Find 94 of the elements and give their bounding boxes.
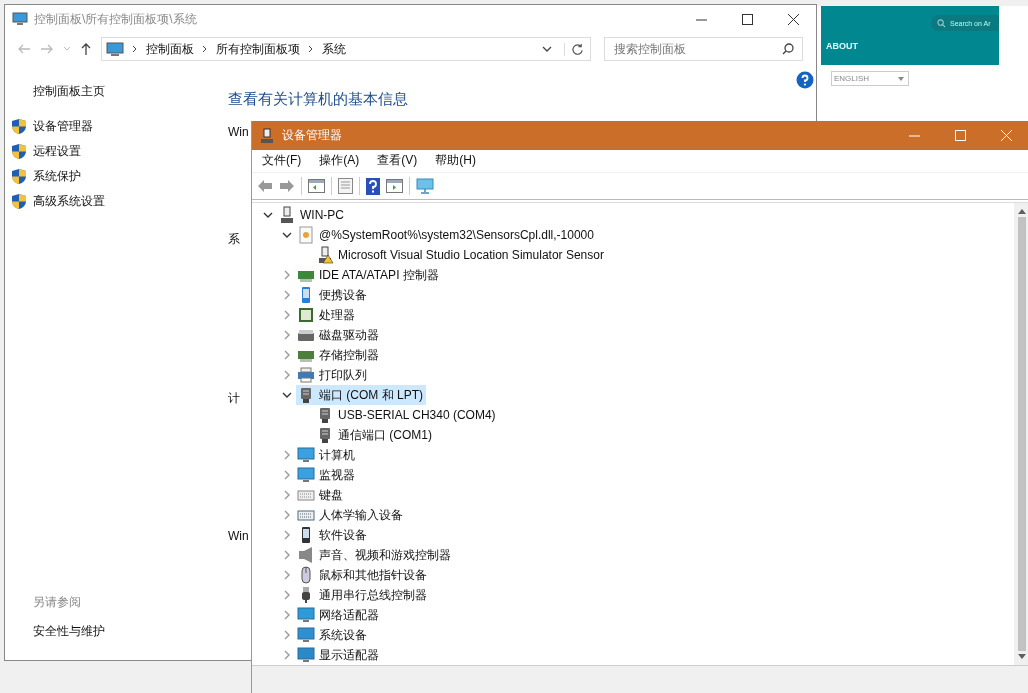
vertical-scrollbar[interactable]: [1014, 203, 1028, 666]
close-icon: [1000, 130, 1012, 141]
window-title: 设备管理器: [282, 127, 342, 144]
tree-item[interactable]: 存储控制器: [296, 345, 382, 366]
computer-icon: [278, 206, 296, 225]
back-arrow-icon[interactable]: [257, 179, 273, 193]
tree-item[interactable]: 系统设备: [296, 625, 370, 646]
section-heading: Win: [228, 529, 249, 543]
tree-item[interactable]: 监视器: [296, 465, 358, 486]
chevron-icon: [308, 45, 314, 53]
language-select[interactable]: ENGLISH: [831, 71, 909, 86]
nav-link[interactable]: 设备管理器: [33, 118, 93, 135]
shield-icon: [11, 168, 27, 185]
dropdown-caret-icon: [898, 76, 904, 81]
menu-item[interactable]: 文件(F): [262, 152, 302, 170]
refresh-icon[interactable]: [564, 42, 584, 56]
tree-item[interactable]: 端口 (COM 和 LPT): [296, 385, 426, 406]
panel-view-icon[interactable]: [386, 179, 403, 193]
help-icon[interactable]: [796, 71, 814, 89]
tree-item[interactable]: IDE ATA/ATAPI 控制器: [296, 265, 442, 286]
tree-item[interactable]: 鼠标和其他指针设备: [296, 565, 430, 586]
window-title: 控制面板\所有控制面板项\系统: [34, 10, 197, 28]
tree-item[interactable]: 声音、视频和游戏控制器: [296, 545, 454, 566]
tree-item[interactable]: 软件设备: [296, 525, 370, 546]
system-device-icon: [297, 626, 315, 645]
nav-link[interactable]: 控制面板主页: [33, 83, 220, 100]
menu-item[interactable]: 查看(V): [377, 152, 418, 170]
tree-item[interactable]: 处理器: [296, 305, 358, 326]
chip-icon: [297, 306, 315, 325]
tree-item[interactable]: @%SystemRoot%\system32\SensorsCpl.dll,-10000: [296, 225, 597, 246]
tree-item[interactable]: Microsoft Visual Studio Location Simulator Sensor: [315, 245, 607, 266]
section-heading: 系: [228, 231, 240, 248]
speaker-icon: [297, 546, 315, 565]
shield-icon: [11, 118, 27, 135]
help-icon[interactable]: [366, 177, 380, 195]
display-adapter-icon: [297, 646, 315, 665]
chevron-icon: [132, 45, 138, 53]
scroll-down-icon[interactable]: [1017, 654, 1026, 661]
chevron-icon: [202, 45, 208, 53]
shield-icon: [11, 143, 27, 160]
panel-view-icon[interactable]: [308, 179, 325, 193]
nav-link[interactable]: 安全性与维护: [33, 623, 220, 640]
computer-icon: [106, 42, 124, 56]
tree-item[interactable]: 通用串行总线控制器: [296, 585, 430, 606]
nav-link[interactable]: 远程设置: [33, 143, 81, 160]
tree-item[interactable]: 人体学输入设备: [296, 505, 406, 526]
maximize-icon: [954, 130, 966, 141]
tree-item[interactable]: 磁盘驱动器: [296, 325, 382, 346]
tree-item[interactable]: 键盘: [296, 485, 346, 506]
nav-link[interactable]: ABOUT: [826, 41, 999, 51]
tree-item[interactable]: USB-SERIAL CH340 (COM4): [315, 405, 499, 426]
computer-icon: [260, 127, 274, 144]
monitor-icon: [297, 466, 315, 485]
tree-item[interactable]: 网络适配器: [296, 605, 382, 626]
breadcrumb-item[interactable]: 所有控制面板项: [216, 40, 300, 58]
tree-item[interactable]: 打印队列: [296, 365, 370, 386]
search-field[interactable]: 搜索控制面板: [604, 37, 803, 61]
section-label: 另请参阅: [33, 594, 82, 611]
menu-item[interactable]: 操作(A): [319, 152, 360, 170]
scrollbar-thumb[interactable]: [1017, 217, 1026, 652]
sensor-icon: [297, 226, 315, 245]
shield-icon: [11, 193, 27, 210]
close-icon: [787, 13, 799, 25]
dropdown-caret-icon[interactable]: [542, 45, 552, 53]
section-heading: Win: [228, 125, 249, 139]
tree-item[interactable]: 计算机: [296, 445, 358, 466]
computer-icon: [12, 12, 28, 26]
tree-item[interactable]: 显示适配器: [296, 645, 382, 666]
maximize-icon: [741, 13, 753, 25]
search-placeholder: 搜索控制面板: [614, 40, 686, 58]
nav-link[interactable]: 系统保护: [33, 168, 81, 185]
forward-arrow-icon[interactable]: [279, 179, 295, 193]
up-arrow-icon[interactable]: [80, 42, 92, 56]
back-arrow-icon[interactable]: [17, 43, 31, 55]
forward-arrow-icon[interactable]: [40, 43, 54, 55]
page-heading: 查看有关计算机的基本信息: [228, 90, 408, 109]
search-icon: [782, 43, 794, 55]
sensor-device-icon: [316, 246, 334, 265]
monitor-icon[interactable]: [416, 178, 434, 194]
properties-icon[interactable]: [338, 178, 353, 194]
scroll-up-icon[interactable]: [1017, 208, 1026, 215]
monitor-icon: [297, 446, 315, 465]
breadcrumb-item[interactable]: 系统: [322, 40, 346, 58]
tree-item[interactable]: 通信端口 (COM1): [315, 425, 435, 446]
search-icon: [937, 18, 946, 28]
nav-link[interactable]: 高级系统设置: [33, 193, 105, 210]
tree-item[interactable]: 便携设备: [296, 285, 370, 306]
section-heading: 计: [228, 390, 240, 407]
address-bar[interactable]: 控制面板 所有控制面板项 系统: [101, 37, 591, 61]
network-adapter-icon: [297, 606, 315, 625]
printer-icon: [297, 366, 315, 385]
breadcrumb-item[interactable]: 控制面板: [146, 40, 194, 58]
tree-item[interactable]: WIN-PC: [277, 205, 347, 226]
menu-item[interactable]: 帮助(H): [435, 152, 476, 170]
